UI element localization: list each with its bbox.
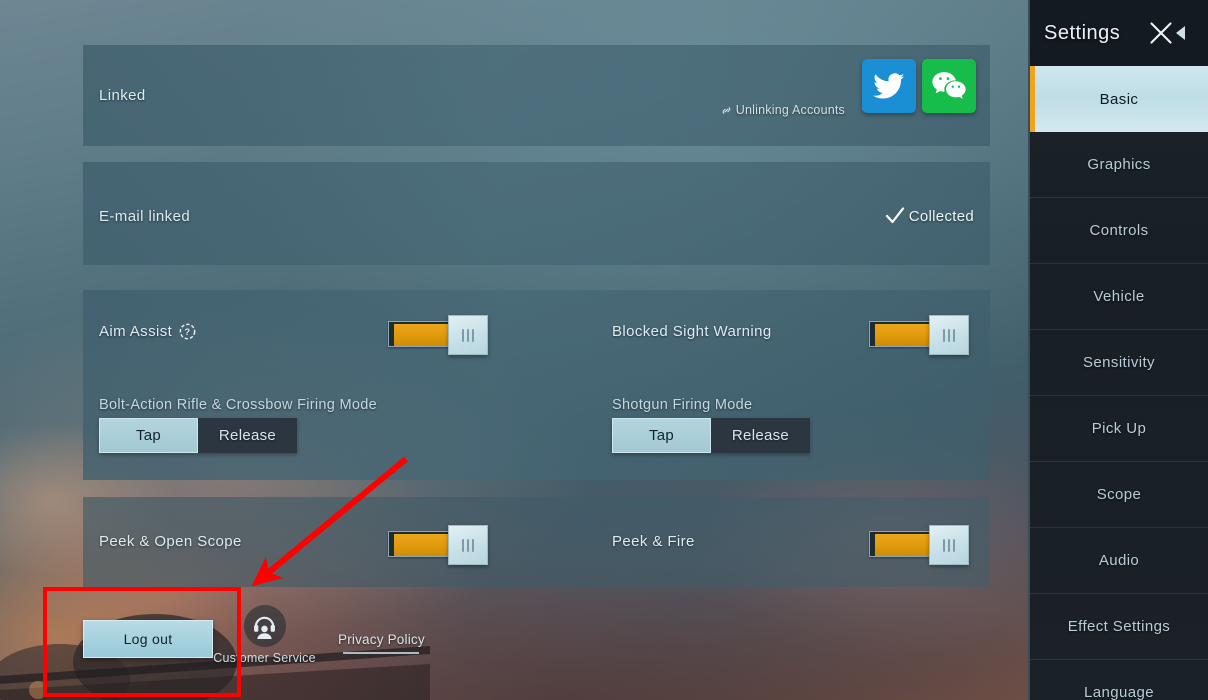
question-mark-icon[interactable]: ? (179, 323, 196, 340)
aim-assist-toggle[interactable] (388, 315, 488, 355)
shotgun-option-tap[interactable]: Tap (612, 418, 711, 453)
blocked-sight-warning-label: Blocked Sight Warning (612, 323, 772, 340)
bolt-action-option-tap[interactable]: Tap (99, 418, 198, 453)
sidebar-item-label: Vehicle (1093, 288, 1145, 305)
settings-sidebar: Settings Basic Graphics Controls Vehicle Sen… (1028, 0, 1208, 700)
sidebar-header: Settings (1030, 0, 1208, 66)
email-linked-label: E-mail linked (99, 208, 191, 225)
sidebar-item-vehicle[interactable]: Vehicle (1030, 264, 1208, 330)
sidebar-item-label: Pick Up (1091, 420, 1147, 437)
sidebar-item-sensitivity[interactable]: Sensitivity (1030, 330, 1208, 396)
sidebar-item-label: Basic (1099, 90, 1139, 108)
peek-open-scope-toggle[interactable] (388, 525, 488, 565)
linked-label: Linked (99, 87, 146, 104)
aim-assist-row-label: Aim Assist ? (99, 323, 196, 340)
collapse-left-arrow-icon[interactable] (1175, 25, 1186, 41)
svg-text:?: ? (185, 327, 191, 338)
peek-open-scope-label: Peek & Open Scope (99, 533, 242, 550)
bolt-action-firing-mode-segmented[interactable]: Tap Release (99, 418, 297, 453)
unlinking-accounts-label: Unlinking Accounts (735, 103, 845, 117)
toggle-knob[interactable] (929, 525, 969, 565)
privacy-policy-link[interactable]: Privacy Policy (338, 632, 425, 654)
customer-service-label: Customer Service (213, 651, 316, 665)
sidebar-item-scope[interactable]: Scope (1030, 462, 1208, 528)
sidebar-item-label: Audio (1098, 552, 1140, 569)
sidebar-item-language[interactable]: Language (1030, 660, 1208, 700)
collected-label: Collected (908, 207, 974, 225)
sidebar-item-label: Scope (1096, 486, 1142, 503)
sidebar-item-controls[interactable]: Controls (1030, 198, 1208, 264)
wechat-bubbles-glyph (932, 71, 966, 99)
privacy-policy-underline (343, 652, 420, 654)
bolt-action-firing-mode-label: Bolt-Action Rifle & Crossbow Firing Mode (99, 397, 377, 413)
sidebar-item-pick-up[interactable]: Pick Up (1030, 396, 1208, 462)
toggle-knob[interactable] (448, 315, 488, 355)
email-linked-panel: E-mail linked Collected (83, 162, 990, 265)
unlinking-accounts-button[interactable]: Unlinking Accounts (720, 103, 845, 117)
sidebar-item-label: Effect Settings (1067, 618, 1171, 635)
sidebar-item-label: Language (1084, 684, 1154, 700)
log-out-button[interactable]: Log out (83, 620, 213, 658)
linked-accounts-panel: Linked Unlinking Accounts (83, 45, 990, 146)
sidebar-item-audio[interactable]: Audio (1030, 528, 1208, 594)
sidebar-item-effect-settings[interactable]: Effect Settings (1030, 594, 1208, 660)
email-collected-status: Collected (885, 206, 974, 226)
peek-settings-panel: Peek & Open Scope Peek & Fire (83, 497, 990, 587)
shotgun-option-release[interactable]: Release (711, 418, 810, 453)
sidebar-item-basic[interactable]: Basic (1030, 66, 1208, 132)
sidebar-nav-list: Basic Graphics Controls Vehicle Sensitivity P… (1030, 66, 1208, 700)
peek-fire-label: Peek & Fire (612, 533, 695, 550)
twitter-icon[interactable] (862, 59, 916, 113)
headset-support-glyph (254, 616, 275, 639)
bolt-action-option-release[interactable]: Release (198, 418, 297, 453)
headset-support-icon (243, 605, 286, 647)
combat-settings-panel: Aim Assist ? Blocked Sight Warning Bolt-… (83, 290, 990, 480)
close-button[interactable] (1148, 20, 1186, 46)
twitter-bird-glyph (873, 72, 905, 99)
privacy-policy-label: Privacy Policy (338, 632, 425, 647)
settings-content: Linked Unlinking Accounts E-mail linked … (83, 0, 990, 700)
shotgun-firing-mode-segmented[interactable]: Tap Release (612, 418, 810, 453)
aim-assist-label: Aim Assist (99, 323, 173, 340)
sidebar-item-label: Sensitivity (1083, 354, 1155, 371)
blocked-sight-warning-toggle[interactable] (869, 315, 969, 355)
wechat-icon[interactable] (922, 59, 976, 113)
settings-title: Settings (1044, 21, 1121, 44)
toggle-knob[interactable] (929, 315, 969, 355)
sidebar-item-label: Graphics (1087, 156, 1151, 173)
sidebar-item-label: Controls (1089, 222, 1149, 239)
checkmark-icon (885, 207, 904, 224)
peek-fire-toggle[interactable] (869, 525, 969, 565)
sidebar-item-graphics[interactable]: Graphics (1030, 132, 1208, 198)
chain-link-icon (722, 106, 731, 114)
shotgun-firing-mode-label: Shotgun Firing Mode (612, 397, 753, 413)
customer-service-button[interactable]: Customer Service (212, 605, 317, 665)
toggle-knob[interactable] (448, 525, 488, 565)
close-x-icon[interactable] (1148, 20, 1174, 46)
